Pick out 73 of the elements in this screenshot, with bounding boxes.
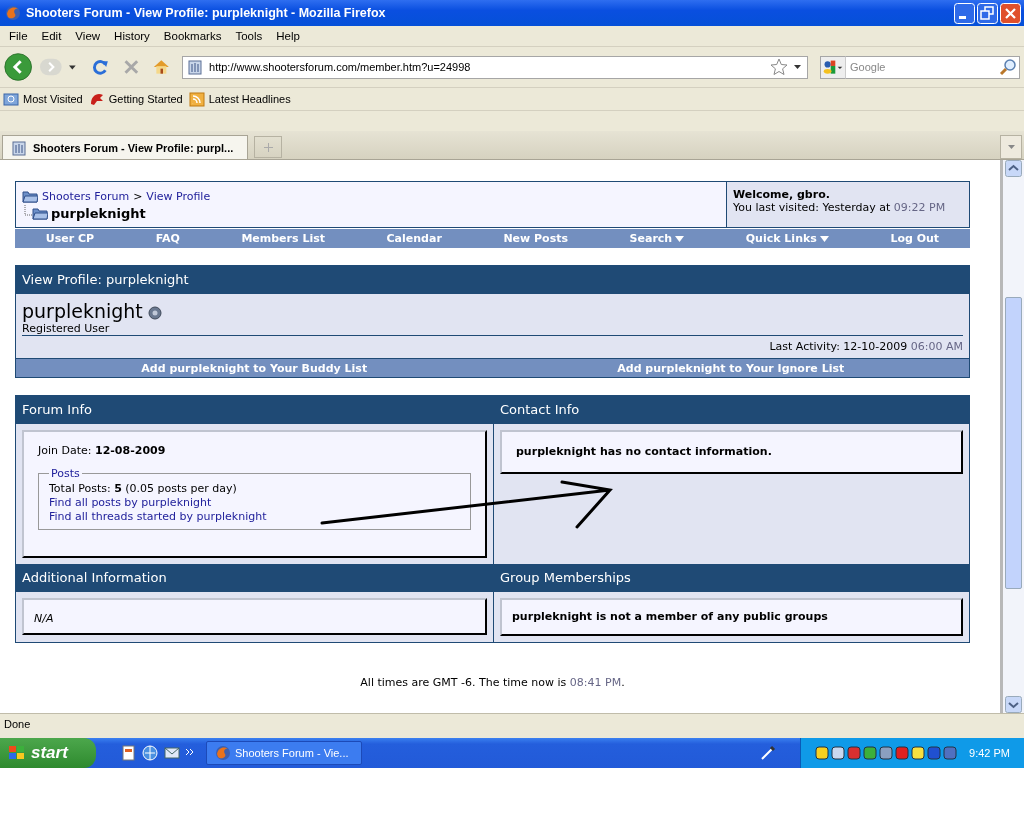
page-icon [11,139,27,156]
dropdown-caret-icon[interactable] [794,65,801,69]
envelope-icon[interactable] [164,745,180,761]
start-button[interactable]: start [0,738,96,768]
page-title: purpleknight [51,205,146,221]
bookmark-link[interactable]: Latest Headlines [208,93,291,105]
bird-icon[interactable] [88,91,105,107]
clock-text: 9:42 PM [969,747,1010,759]
user-rank: Registered User [22,322,963,336]
close-icon[interactable] [1000,2,1021,24]
menu-item[interactable]: View [68,30,108,42]
reload-icon[interactable] [92,57,109,77]
scroll-down-icon[interactable] [1005,696,1022,713]
last-visited-text: You last visited: Yesterday at 09:22 PM [733,201,947,214]
folder-icon[interactable] [22,188,38,204]
star-icon[interactable] [770,58,788,76]
url-text: http://www.shootersforum.com/member.htm?u=24998 [209,61,472,73]
timezone-text: All times are GMT -6. The time now is 08:41 PM. [359,676,626,689]
taskbar-button[interactable]: Shooters Forum - Vie... [206,741,362,765]
breadcrumb-link[interactable]: Shooters Forum [42,189,130,203]
address-field[interactable]: http://www.shootersforum.com/member.htm?u=24998 [182,55,808,79]
join-date-text: Join Date: 12-08-2009 [38,444,167,457]
username: purpleknight [22,300,143,322]
section-header: Forum Info [16,396,493,424]
posts-link[interactable]: Find all threads started by purpleknight [49,510,460,523]
bookmark-link[interactable]: Most Visited [23,93,83,105]
back-icon[interactable] [4,50,34,84]
section-header: Group Memberships [494,564,969,592]
dropdown-caret-icon [675,235,685,242]
section-header: View Profile: purpleknight [16,266,969,294]
posts-link[interactable]: Find all posts by purpleknight [49,496,460,509]
message-text: purpleknight has no contact information. [515,444,773,460]
section-header: Contact Info [494,396,969,424]
plus-icon [263,142,273,152]
welcome-text: Welcome, gbro. [733,188,831,201]
tree-folder-icon [22,205,48,221]
menu-item[interactable]: File [2,30,35,42]
bookmark-link[interactable]: Getting Started [108,93,183,105]
search-engine-icon[interactable] [820,55,846,79]
pen-icon[interactable] [760,745,777,761]
minimize-icon[interactable] [954,2,975,24]
last-activity-text: Last Activity: 12-10-2009 06:00 AM [768,340,963,353]
group-label: Posts [50,467,81,480]
breadcrumb-separator: > [133,189,143,203]
page-icon [187,59,203,75]
rss-feed-icon[interactable] [188,91,205,107]
dropdown-caret-icon [819,235,829,242]
dropdown-caret-icon[interactable] [69,64,76,70]
scroll-thumb[interactable] [1005,297,1022,589]
menu-item[interactable]: Edit [34,30,69,42]
vertical-scrollbar[interactable] [1003,160,1024,713]
scroll-up-icon[interactable] [1005,160,1022,177]
menu-item[interactable]: Help [269,30,307,42]
windows-logo-icon [8,745,26,761]
search-field[interactable]: Google [846,55,1020,79]
home-icon[interactable] [153,57,170,77]
window-title: Shooters Forum - View Profile: purpleknight - Mozilla Firefox [26,6,387,20]
info-text: N/A [33,611,55,627]
globe-icon[interactable] [142,745,158,761]
section-header: Additional Information [16,564,493,592]
menu-item[interactable]: Tools [228,30,270,42]
chevron-icon[interactable] [186,749,194,757]
message-text: purpleknight is not a member of any public groups [511,609,829,625]
status-text: Done [4,718,31,730]
dropdown-caret-icon [1007,145,1015,149]
search-icon[interactable] [999,57,1017,76]
document-icon[interactable] [120,745,136,761]
browser-tab[interactable]: Shooters Forum - View Profile: purpl... [2,135,248,159]
restore-icon[interactable] [977,2,998,24]
breadcrumb-link[interactable]: View Profile [146,189,211,203]
menu-item[interactable]: History [107,30,157,42]
total-posts-text: Total Posts: 5 (0.05 posts per day) [49,482,238,495]
menu-item[interactable]: Bookmarks [156,30,229,42]
